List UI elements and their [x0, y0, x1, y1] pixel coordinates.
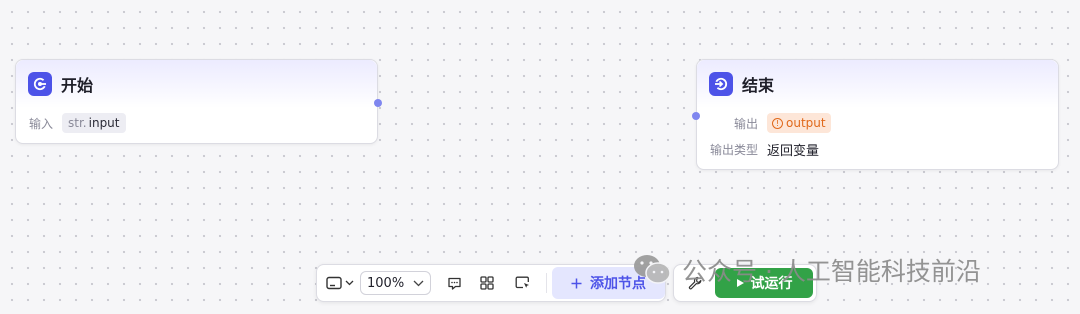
wechat-icon	[634, 255, 671, 284]
watermark-text: 公众号 · 人工智能科技前沿	[682, 257, 981, 286]
end-node-title: 结束	[742, 76, 775, 95]
end-output-row: 输出 ! output	[697, 110, 1058, 136]
end-type-value: 返回变量	[767, 143, 820, 159]
end-node-icon	[709, 72, 733, 96]
cursor-screen-icon	[515, 276, 529, 289]
end-node-header: 结束	[697, 60, 1058, 108]
end-type-row: 输出类型 返回变量	[697, 136, 1058, 162]
zoom-chevron-icon	[413, 280, 423, 286]
zoom-select[interactable]: 100%	[360, 271, 431, 295]
comment-button[interactable]	[444, 272, 466, 294]
end-input-port[interactable]	[692, 112, 700, 120]
start-node-title: 开始	[61, 76, 94, 95]
toolbar-divider	[545, 273, 547, 293]
start-node-header: 开始	[16, 60, 377, 108]
minimap-icon	[326, 276, 342, 290]
grid-layout-icon	[480, 276, 494, 290]
comment-icon	[448, 277, 461, 290]
auto-layout-button[interactable]	[476, 272, 498, 294]
minimap-toggle-button[interactable]	[326, 276, 354, 290]
start-input-label: 输入	[29, 116, 54, 131]
start-output-port[interactable]	[374, 99, 382, 107]
start-input-tag: str. input	[62, 113, 126, 133]
start-node[interactable]: 开始 输入 str. input	[15, 59, 382, 144]
start-input-type: str.	[68, 116, 87, 130]
end-output-label: 输出	[733, 116, 758, 131]
end-output-tag: ! output	[767, 113, 831, 133]
end-node[interactable]: 结束 输出 ! output 输出类型 返回变量	[692, 59, 1059, 170]
plus-icon	[571, 278, 582, 288]
start-input-name: input	[88, 116, 120, 130]
start-input-row: 输入 str. input	[16, 110, 377, 136]
interaction-mode-button[interactable]	[511, 272, 533, 294]
canvas-toolbar: 100% 添加节点	[316, 264, 666, 302]
zoom-value: 100%	[367, 275, 405, 291]
watermark: 公众号 · 人工智能科技前沿	[632, 252, 981, 288]
chevron-down-icon	[345, 280, 354, 286]
start-node-icon	[28, 72, 52, 96]
warning-icon: !	[772, 117, 783, 129]
end-output-value: output	[786, 116, 826, 130]
end-type-label: 输出类型	[709, 142, 758, 157]
